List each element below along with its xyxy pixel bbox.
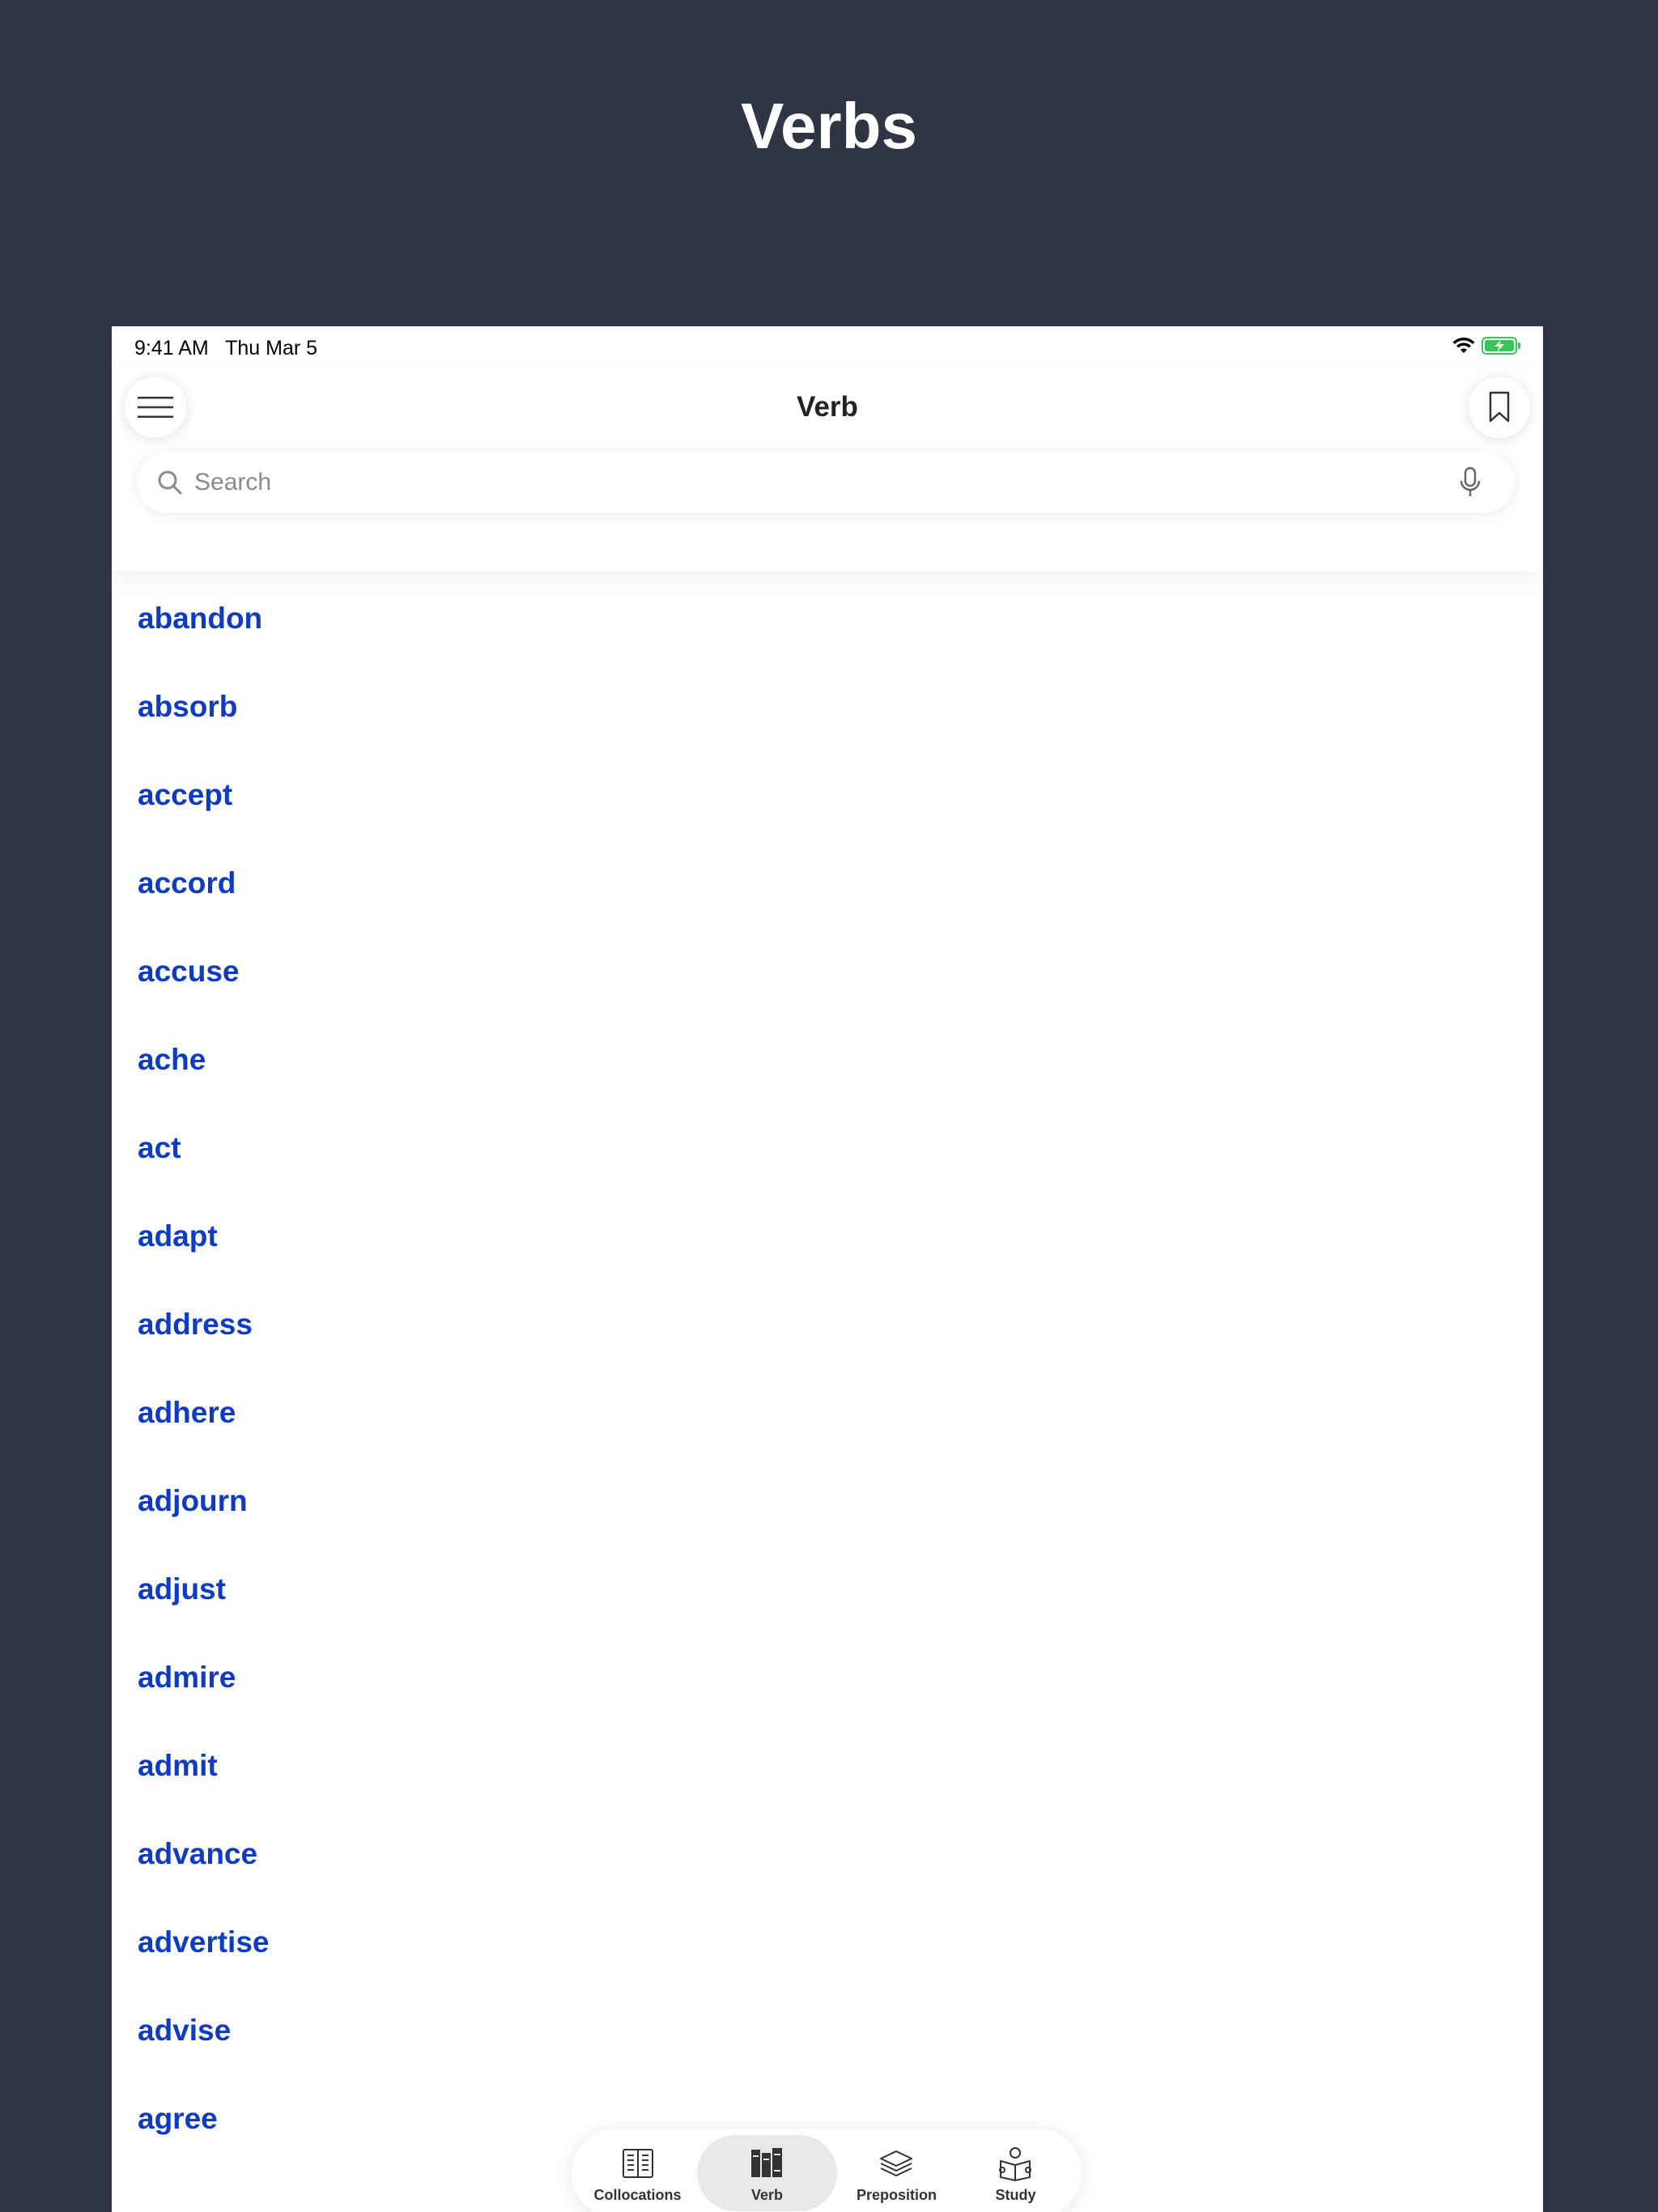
verb-list-item[interactable]: address (112, 1280, 1543, 1368)
verb-list-item[interactable]: accord (112, 839, 1543, 927)
app-screen: 9:41 AM Thu Mar 5 Verb Search abandon ab… (112, 326, 1543, 2212)
verb-list-item[interactable]: abandon (112, 574, 1543, 662)
tab-label: Preposition (856, 2187, 937, 2203)
nav-header: Verb (112, 368, 1543, 571)
verb-list: abandon absorb accept accord accuse ache act ad… (112, 574, 1543, 2163)
tab-verb[interactable]: Verb (697, 2135, 837, 2211)
verb-list-item[interactable]: adjust (112, 1545, 1543, 1633)
verb-list-item[interactable]: advise (112, 1986, 1543, 2074)
bookmark-icon (1489, 391, 1510, 423)
tab-bar: Collocations Verb Preposition Study (572, 2129, 1082, 2212)
page-title: Verb (797, 391, 858, 423)
verb-list-item[interactable]: absorb (112, 662, 1543, 751)
wifi-icon (1452, 337, 1475, 353)
hamburger-icon (138, 397, 173, 418)
tab-preposition[interactable]: Preposition (837, 2135, 956, 2211)
status-icons (1452, 336, 1522, 355)
tab-label: Study (995, 2187, 1036, 2203)
books-icon (751, 2148, 783, 2177)
tab-label: Collocations (593, 2187, 682, 2203)
verb-list-item[interactable]: act (112, 1104, 1543, 1192)
verb-list-item[interactable]: admit (112, 1721, 1543, 1810)
status-date: Thu Mar 5 (225, 337, 318, 359)
verb-list-item[interactable]: ache (112, 1015, 1543, 1104)
status-time: 9:41 AM (134, 337, 209, 359)
bookmark-button[interactable] (1469, 376, 1530, 438)
microphone-icon[interactable] (1456, 466, 1485, 499)
verb-list-item[interactable]: accuse (112, 927, 1543, 1015)
book-columns-icon (622, 2149, 653, 2178)
promo-title: Verbs (741, 90, 917, 162)
search-bar[interactable] (138, 453, 1514, 513)
verb-list-item[interactable]: advance (112, 1810, 1543, 1898)
verb-list-item[interactable]: accept (112, 751, 1543, 839)
verb-list-item[interactable]: adapt (112, 1192, 1543, 1280)
status-bar: 9:41 AM Thu Mar 5 (112, 326, 1543, 368)
verb-list-item[interactable]: adjourn (112, 1457, 1543, 1545)
tab-collocations[interactable]: Collocations (578, 2135, 697, 2211)
menu-button[interactable] (125, 376, 186, 438)
tab-label: Verb (750, 2187, 783, 2203)
tab-study[interactable]: Study (956, 2135, 1075, 2211)
search-input[interactable] (193, 457, 1456, 508)
status-time-date: 9:41 AM Thu Mar 5 (134, 337, 317, 360)
search-icon (155, 468, 185, 497)
verb-list-item[interactable]: adhere (112, 1368, 1543, 1457)
battery-charging-icon (1482, 337, 1520, 355)
verb-list-item[interactable]: advertise (112, 1898, 1543, 1986)
layers-icon (880, 2150, 913, 2176)
verb-list-item[interactable]: admire (112, 1633, 1543, 1721)
reading-person-icon (999, 2147, 1032, 2181)
